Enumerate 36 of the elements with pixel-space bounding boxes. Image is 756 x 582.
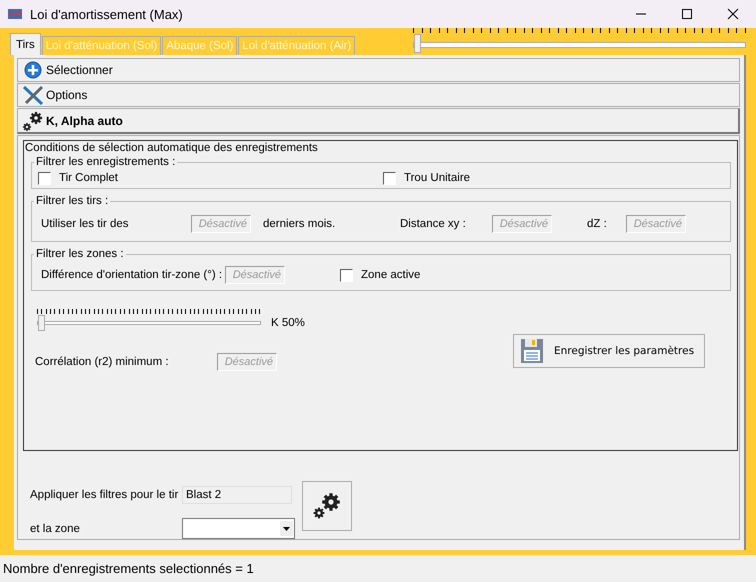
checkbox[interactable]: [383, 172, 396, 184]
field-label: Distance xy :: [400, 218, 467, 230]
shot-field: Blast 2: [182, 486, 292, 504]
field-label: et la zone: [30, 522, 81, 534]
checkbox-label: Trou Unitaire: [404, 172, 470, 184]
field-label: Utiliser les tir des: [41, 218, 130, 230]
tab[interactable]: Tirs: [10, 33, 41, 55]
field-label: derniers mois.: [263, 218, 336, 230]
gears-icon: [22, 110, 44, 132]
floppy-icon: [520, 338, 544, 364]
status-bar: Nombre d'enregistrements selectionnés = 1: [0, 555, 756, 582]
tools-icon: [22, 84, 44, 106]
group-legend: Filtrer les tirs :: [34, 195, 110, 207]
group-legend: Filtrer les enregistrements :: [34, 156, 178, 168]
zone-dropdown[interactable]: [182, 518, 295, 539]
gears-button[interactable]: [302, 481, 352, 531]
checkbox[interactable]: [38, 172, 51, 184]
checkbox[interactable]: [340, 268, 353, 282]
app-icon: [8, 8, 22, 20]
field-label: Corrélation (r2) minimum :: [35, 356, 170, 368]
slider[interactable]: [37, 309, 261, 332]
section-header[interactable]: K, Alpha auto: [17, 108, 740, 134]
save-button[interactable]: Enregistrer les paramètres: [513, 334, 705, 368]
slider[interactable]: [413, 28, 746, 55]
checkbox-label: Tir Complet: [59, 172, 118, 184]
group-legend: Filtrer les zones :: [34, 248, 126, 260]
group-title: Conditions de sélection automatique des enregistrements: [25, 142, 319, 154]
field-label: Appliquer les filtres pour le tir: [30, 489, 180, 501]
k-reading: K 50%: [271, 317, 305, 329]
field-label: Différence d'orientation tir-zone (°) :: [41, 269, 224, 281]
section-header[interactable]: Options: [17, 83, 740, 107]
section-header[interactable]: Sélectionner: [17, 58, 740, 82]
plus-icon: [22, 59, 44, 81]
field-label: dZ :: [587, 218, 608, 230]
checkbox-label: Zone active: [361, 269, 420, 281]
window-title: Loi d'amortissement (Max): [30, 6, 183, 22]
